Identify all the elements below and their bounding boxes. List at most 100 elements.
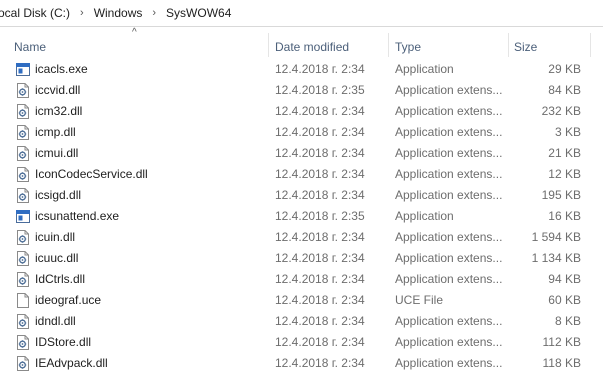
file-date-modified: 12.4.2018 г. 2:34 [275, 104, 365, 118]
file-type: Application [395, 209, 454, 223]
file-type: Application extens... [395, 146, 503, 160]
file-name: icuin.dll [35, 230, 76, 244]
dll-icon [16, 188, 30, 203]
breadcrumb-item[interactable]: ocal Disk (C:) [0, 6, 74, 20]
dll-icon [16, 272, 30, 287]
chevron-right-icon[interactable]: › [74, 7, 90, 19]
file-list: ^ Name Date modified Type Size icacls.ex… [0, 27, 603, 382]
table-row[interactable]: icuuc.dll 12.4.2018 г. 2:34 Application ex… [0, 248, 603, 269]
file-type: Application extens... [395, 356, 503, 370]
file-date-modified: 12.4.2018 г. 2:34 [275, 188, 365, 202]
file-date-modified: 12.4.2018 г. 2:34 [275, 62, 365, 76]
table-row[interactable]: IEAdvpack.dll 12.4.2018 г. 2:34 Applicatio… [0, 353, 603, 374]
file-date-modified: 12.4.2018 г. 2:34 [275, 356, 365, 370]
table-row[interactable]: IconCodecService.dll 12.4.2018 г. 2:34 App… [0, 164, 603, 185]
file-type: Application extens... [395, 230, 503, 244]
file-date-modified: 12.4.2018 г. 2:34 [275, 314, 365, 328]
table-row[interactable]: ideograf.uce 12.4.2018 г. 2:34 UCE File 60 … [0, 290, 603, 311]
file-type: Application extens... [395, 272, 503, 286]
file-size: 94 KB [548, 272, 581, 286]
table-row[interactable]: icacls.exe 12.4.2018 г. 2:34 Application 29… [0, 59, 603, 80]
table-row[interactable]: icsigd.dll 12.4.2018 г. 2:34 Application e… [0, 185, 603, 206]
dll-icon [16, 335, 30, 350]
dll-icon [16, 83, 30, 98]
breadcrumb-item[interactable]: Windows [90, 6, 147, 20]
file-size: 29 KB [548, 62, 581, 76]
file-size: 8 KB [554, 314, 581, 328]
file-icon [16, 293, 30, 308]
file-size: 16 KB [548, 209, 581, 223]
file-size: 84 KB [548, 83, 581, 97]
file-rows: icacls.exe 12.4.2018 г. 2:34 Application 29… [0, 59, 603, 374]
table-row[interactable]: idndl.dll 12.4.2018 г. 2:34 Application ex… [0, 311, 603, 332]
dll-icon [16, 230, 30, 245]
table-row[interactable]: IdCtrls.dll 12.4.2018 г. 2:34 Application … [0, 269, 603, 290]
file-name: icsigd.dll [35, 188, 82, 202]
file-size: 1 134 KB [531, 251, 581, 265]
breadcrumb-item[interactable]: SysWOW64 [162, 6, 235, 20]
file-date-modified: 12.4.2018 г. 2:34 [275, 230, 365, 244]
file-date-modified: 12.4.2018 г. 2:34 [275, 335, 365, 349]
file-name: icmui.dll [35, 146, 79, 160]
file-date-modified: 12.4.2018 г. 2:35 [275, 83, 365, 97]
file-size: 3 KB [554, 125, 581, 139]
column-header-type[interactable]: Type [395, 38, 421, 56]
column-header-date[interactable]: Date modified [275, 38, 349, 56]
file-type: Application extens... [395, 251, 503, 265]
column-header-row: ^ Name Date modified Type Size [0, 27, 603, 59]
column-header-name[interactable]: Name [14, 38, 46, 56]
exe-icon [16, 209, 30, 224]
file-size: 1 594 KB [531, 230, 581, 244]
breadcrumb: ocal Disk (C:) › Windows › SysWOW64 [0, 0, 603, 27]
table-row[interactable]: icuin.dll 12.4.2018 г. 2:34 Application ex… [0, 227, 603, 248]
file-type: Application extens... [395, 167, 503, 181]
file-date-modified: 12.4.2018 г. 2:34 [275, 167, 365, 181]
column-divider[interactable] [508, 33, 509, 57]
column-divider[interactable] [268, 33, 269, 57]
file-name: icacls.exe [35, 62, 88, 76]
file-type: Application extens... [395, 83, 503, 97]
table-row[interactable]: icmp.dll 12.4.2018 г. 2:34 Application ext… [0, 122, 603, 143]
file-name: icm32.dll [35, 104, 83, 118]
file-date-modified: 12.4.2018 г. 2:34 [275, 146, 365, 160]
file-size: 60 KB [548, 293, 581, 307]
dll-icon [16, 125, 30, 140]
dll-icon [16, 167, 30, 182]
file-type: Application extens... [395, 104, 503, 118]
file-type: UCE File [395, 293, 444, 307]
file-size: 12 KB [548, 167, 581, 181]
column-divider[interactable] [388, 33, 389, 57]
file-date-modified: 12.4.2018 г. 2:34 [275, 272, 365, 286]
chevron-right-icon[interactable]: › [146, 7, 162, 19]
file-date-modified: 12.4.2018 г. 2:35 [275, 209, 365, 223]
column-divider[interactable] [590, 33, 591, 57]
table-row[interactable]: icm32.dll 12.4.2018 г. 2:34 Application ex… [0, 101, 603, 122]
dll-icon [16, 356, 30, 371]
dll-icon [16, 314, 30, 329]
exe-icon [16, 62, 30, 77]
file-size: 112 KB [542, 335, 581, 349]
file-size: 195 KB [541, 188, 581, 202]
column-header-size[interactable]: Size [514, 38, 537, 56]
file-date-modified: 12.4.2018 г. 2:34 [275, 125, 365, 139]
table-row[interactable]: iccvid.dll 12.4.2018 г. 2:35 Application e… [0, 80, 603, 101]
file-name: icsunattend.exe [35, 209, 120, 223]
table-row[interactable]: icmui.dll 12.4.2018 г. 2:34 Application ex… [0, 143, 603, 164]
table-row[interactable]: IDStore.dll 12.4.2018 г. 2:34 Application … [0, 332, 603, 353]
file-size: 232 KB [541, 104, 581, 118]
file-name: ideograf.uce [35, 293, 102, 307]
file-type: Application extens... [395, 125, 503, 139]
file-name: IEAdvpack.dll [35, 356, 108, 370]
sort-ascending-icon: ^ [132, 27, 137, 38]
file-name: IdCtrls.dll [35, 272, 86, 286]
file-name: IDStore.dll [35, 335, 92, 349]
file-name: IconCodecService.dll [35, 167, 148, 181]
file-size: 21 KB [548, 146, 581, 160]
file-name: icuuc.dll [35, 251, 79, 265]
file-date-modified: 12.4.2018 г. 2:34 [275, 251, 365, 265]
table-row[interactable]: icsunattend.exe 12.4.2018 г. 2:35 Applicat… [0, 206, 603, 227]
dll-icon [16, 104, 30, 119]
file-type: Application [395, 62, 454, 76]
file-type: Application extens... [395, 314, 503, 328]
file-type: Application extens... [395, 188, 503, 202]
